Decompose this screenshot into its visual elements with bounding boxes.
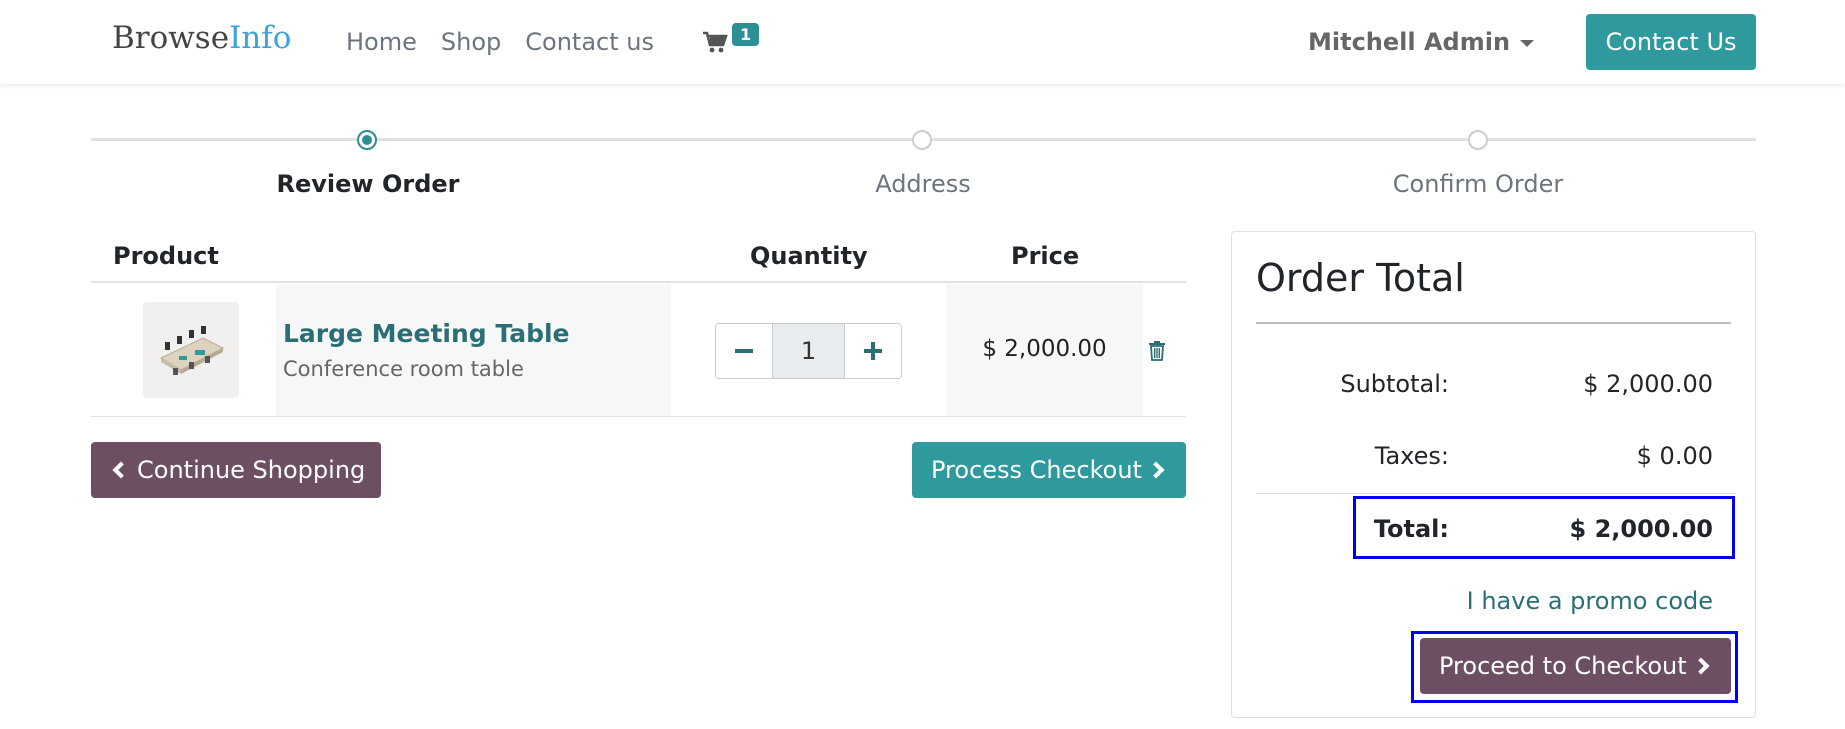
caret-down-icon: [1520, 39, 1535, 47]
order-total-divider: [1256, 322, 1731, 324]
cart-count-badge: 1: [732, 23, 760, 46]
taxes-label: Taxes:: [1374, 442, 1449, 470]
user-menu-dropdown[interactable]: Mitchell Admin: [1308, 28, 1535, 56]
total-label: Total:: [1373, 515, 1449, 543]
product-thumbnail[interactable]: [143, 302, 239, 398]
column-header-quantity: Quantity: [750, 242, 868, 270]
top-navbar: BrowseInfo Home Shop Contact us 1 Mitche…: [0, 0, 1845, 84]
trash-icon: [1149, 341, 1165, 361]
subtotal-label: Subtotal:: [1340, 370, 1449, 398]
product-name-link[interactable]: Large Meeting Table: [283, 319, 570, 348]
subtotal-value: $ 2,000.00: [1583, 370, 1713, 398]
table-row-divider: [91, 416, 1186, 417]
chevron-right-icon: [1147, 461, 1165, 479]
step-label-confirm-order[interactable]: Confirm Order: [1328, 170, 1628, 198]
plus-icon: [863, 342, 882, 360]
decrease-quantity-button[interactable]: [716, 324, 773, 378]
proceed-to-checkout-button[interactable]: Proceed to Checkout: [1420, 638, 1731, 694]
brand-accent: Info: [229, 20, 292, 56]
nav-contact-us[interactable]: Contact us: [525, 28, 654, 56]
meeting-table-image: [159, 326, 225, 375]
product-description: Conference room table: [283, 357, 524, 381]
shopping-cart-icon: [703, 31, 728, 53]
step-dot-review-order: [357, 130, 377, 150]
brand-primary: Browse: [112, 20, 230, 56]
product-price: $ 2,000.00: [982, 336, 1107, 362]
taxes-value: $ 0.00: [1636, 442, 1713, 470]
remove-item-button[interactable]: [1149, 341, 1165, 365]
increase-quantity-button[interactable]: [844, 324, 901, 378]
column-header-product: Product: [113, 242, 219, 270]
process-checkout-label: Process Checkout: [931, 456, 1142, 484]
total-value: $ 2,000.00: [1569, 515, 1713, 543]
step-label-review-order: Review Order: [276, 170, 460, 198]
continue-shopping-button[interactable]: Continue Shopping: [91, 442, 381, 498]
order-total-title: Order Total: [1256, 256, 1465, 300]
nav-links: Home Shop Contact us: [346, 28, 654, 56]
step-label-address[interactable]: Address: [773, 170, 1073, 198]
contact-us-button[interactable]: Contact Us: [1586, 14, 1756, 70]
step-dot-address: [912, 130, 932, 150]
minus-icon: [735, 349, 754, 353]
nav-shop[interactable]: Shop: [441, 28, 501, 56]
quantity-stepper: 1: [715, 323, 902, 379]
totals-divider: [1256, 493, 1736, 494]
continue-shopping-label: Continue Shopping: [137, 456, 366, 484]
brand-logo[interactable]: BrowseInfo: [112, 20, 291, 56]
process-checkout-button[interactable]: Process Checkout: [912, 442, 1186, 498]
user-name: Mitchell Admin: [1308, 28, 1511, 56]
chevron-left-icon: [112, 461, 130, 479]
nav-home[interactable]: Home: [346, 28, 417, 56]
chevron-right-icon: [1692, 657, 1710, 675]
proceed-to-checkout-label: Proceed to Checkout: [1439, 652, 1687, 680]
promo-code-link[interactable]: I have a promo code: [1400, 587, 1713, 615]
step-dot-confirm-order: [1468, 130, 1488, 150]
table-header-divider: [91, 281, 1186, 283]
product-cell-background: [276, 284, 671, 416]
quantity-input[interactable]: 1: [772, 324, 845, 378]
cart-link[interactable]: 1: [702, 23, 762, 60]
column-header-price: Price: [1011, 242, 1080, 270]
